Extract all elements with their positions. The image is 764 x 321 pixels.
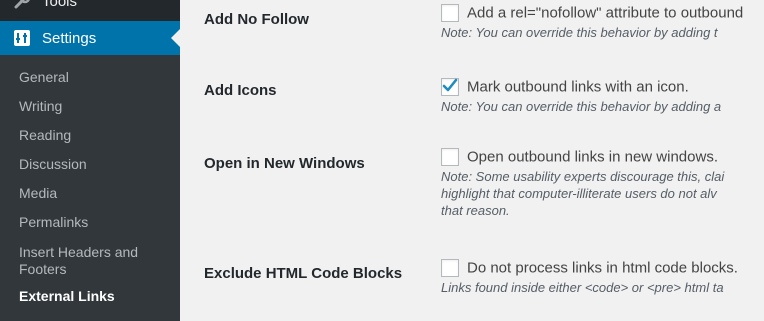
settings-icon bbox=[12, 28, 32, 48]
wrench-icon bbox=[12, 0, 32, 11]
exclude-html-code-blocks-checkbox[interactable] bbox=[441, 259, 459, 277]
add-no-follow-option-text: Add a rel="nofollow" attribute to outbou… bbox=[467, 4, 744, 22]
settings-submenu: General Writing Reading Discussion Media… bbox=[0, 55, 180, 321]
submenu-item-external-links[interactable]: External Links bbox=[19, 288, 115, 305]
open-new-windows-note-line: highlight that computer-illiterate users… bbox=[441, 186, 717, 202]
current-menu-pointer bbox=[171, 29, 180, 47]
open-new-windows-checkbox[interactable] bbox=[441, 148, 459, 166]
open-new-windows-note-line: Note: Some usability experts discourage … bbox=[441, 169, 725, 185]
submenu-item-general[interactable]: General bbox=[19, 69, 69, 86]
add-icons-note: Note: You can override this behavior by … bbox=[441, 99, 722, 115]
setting-field-open-new-windows: Open outbound links in new windows. Note… bbox=[441, 148, 724, 219]
admin-sidebar: Tools Settings General Writing Reading D… bbox=[0, 0, 180, 321]
open-new-windows-option-text: Open outbound links in new windows. bbox=[467, 148, 718, 166]
setting-label-add-no-follow: Add No Follow bbox=[204, 11, 309, 28]
open-new-windows-note-line: that reason. bbox=[441, 203, 510, 219]
submenu-item-permalinks[interactable]: Permalinks bbox=[19, 214, 88, 231]
submenu-item-reading[interactable]: Reading bbox=[19, 127, 71, 144]
setting-label-open-new-windows: Open in New Windows bbox=[204, 155, 365, 172]
submenu-item-media[interactable]: Media bbox=[19, 185, 57, 202]
sidebar-item-settings[interactable]: Settings bbox=[0, 21, 180, 55]
submenu-item-discussion[interactable]: Discussion bbox=[19, 156, 87, 173]
settings-main: Add No Follow Add a rel="nofollow" attri… bbox=[180, 0, 764, 321]
sidebar-item-tools-label: Tools bbox=[42, 0, 78, 10]
exclude-html-code-blocks-note: Links found inside either <code> or <pre… bbox=[441, 280, 724, 296]
sidebar-item-settings-label: Settings bbox=[42, 29, 97, 47]
exclude-html-code-blocks-option-text: Do not process links in html code blocks… bbox=[467, 259, 738, 277]
open-new-windows-note: Note: Some usability experts discourage … bbox=[441, 168, 724, 219]
add-icons-checkbox[interactable] bbox=[441, 78, 459, 96]
add-icons-option-text: Mark outbound links with an icon. bbox=[467, 78, 689, 96]
setting-label-add-icons: Add Icons bbox=[204, 82, 277, 99]
setting-field-add-icons: Mark outbound links with an icon. Note: … bbox=[441, 78, 721, 115]
setting-field-add-no-follow: Add a rel="nofollow" attribute to outbou… bbox=[441, 4, 743, 41]
setting-field-exclude-html-code-blocks: Do not process links in html code blocks… bbox=[441, 259, 738, 296]
submenu-item-insert-headers-footers[interactable]: Insert Headers and Footers bbox=[19, 244, 169, 278]
setting-label-exclude-html-code-blocks: Exclude HTML Code Blocks bbox=[204, 265, 403, 282]
submenu-item-writing[interactable]: Writing bbox=[19, 98, 62, 115]
add-no-follow-checkbox[interactable] bbox=[441, 4, 459, 22]
checkmark-icon bbox=[442, 78, 458, 92]
add-no-follow-note: Note: You can override this behavior by … bbox=[441, 25, 718, 41]
sidebar-item-tools[interactable]: Tools bbox=[0, 0, 180, 18]
